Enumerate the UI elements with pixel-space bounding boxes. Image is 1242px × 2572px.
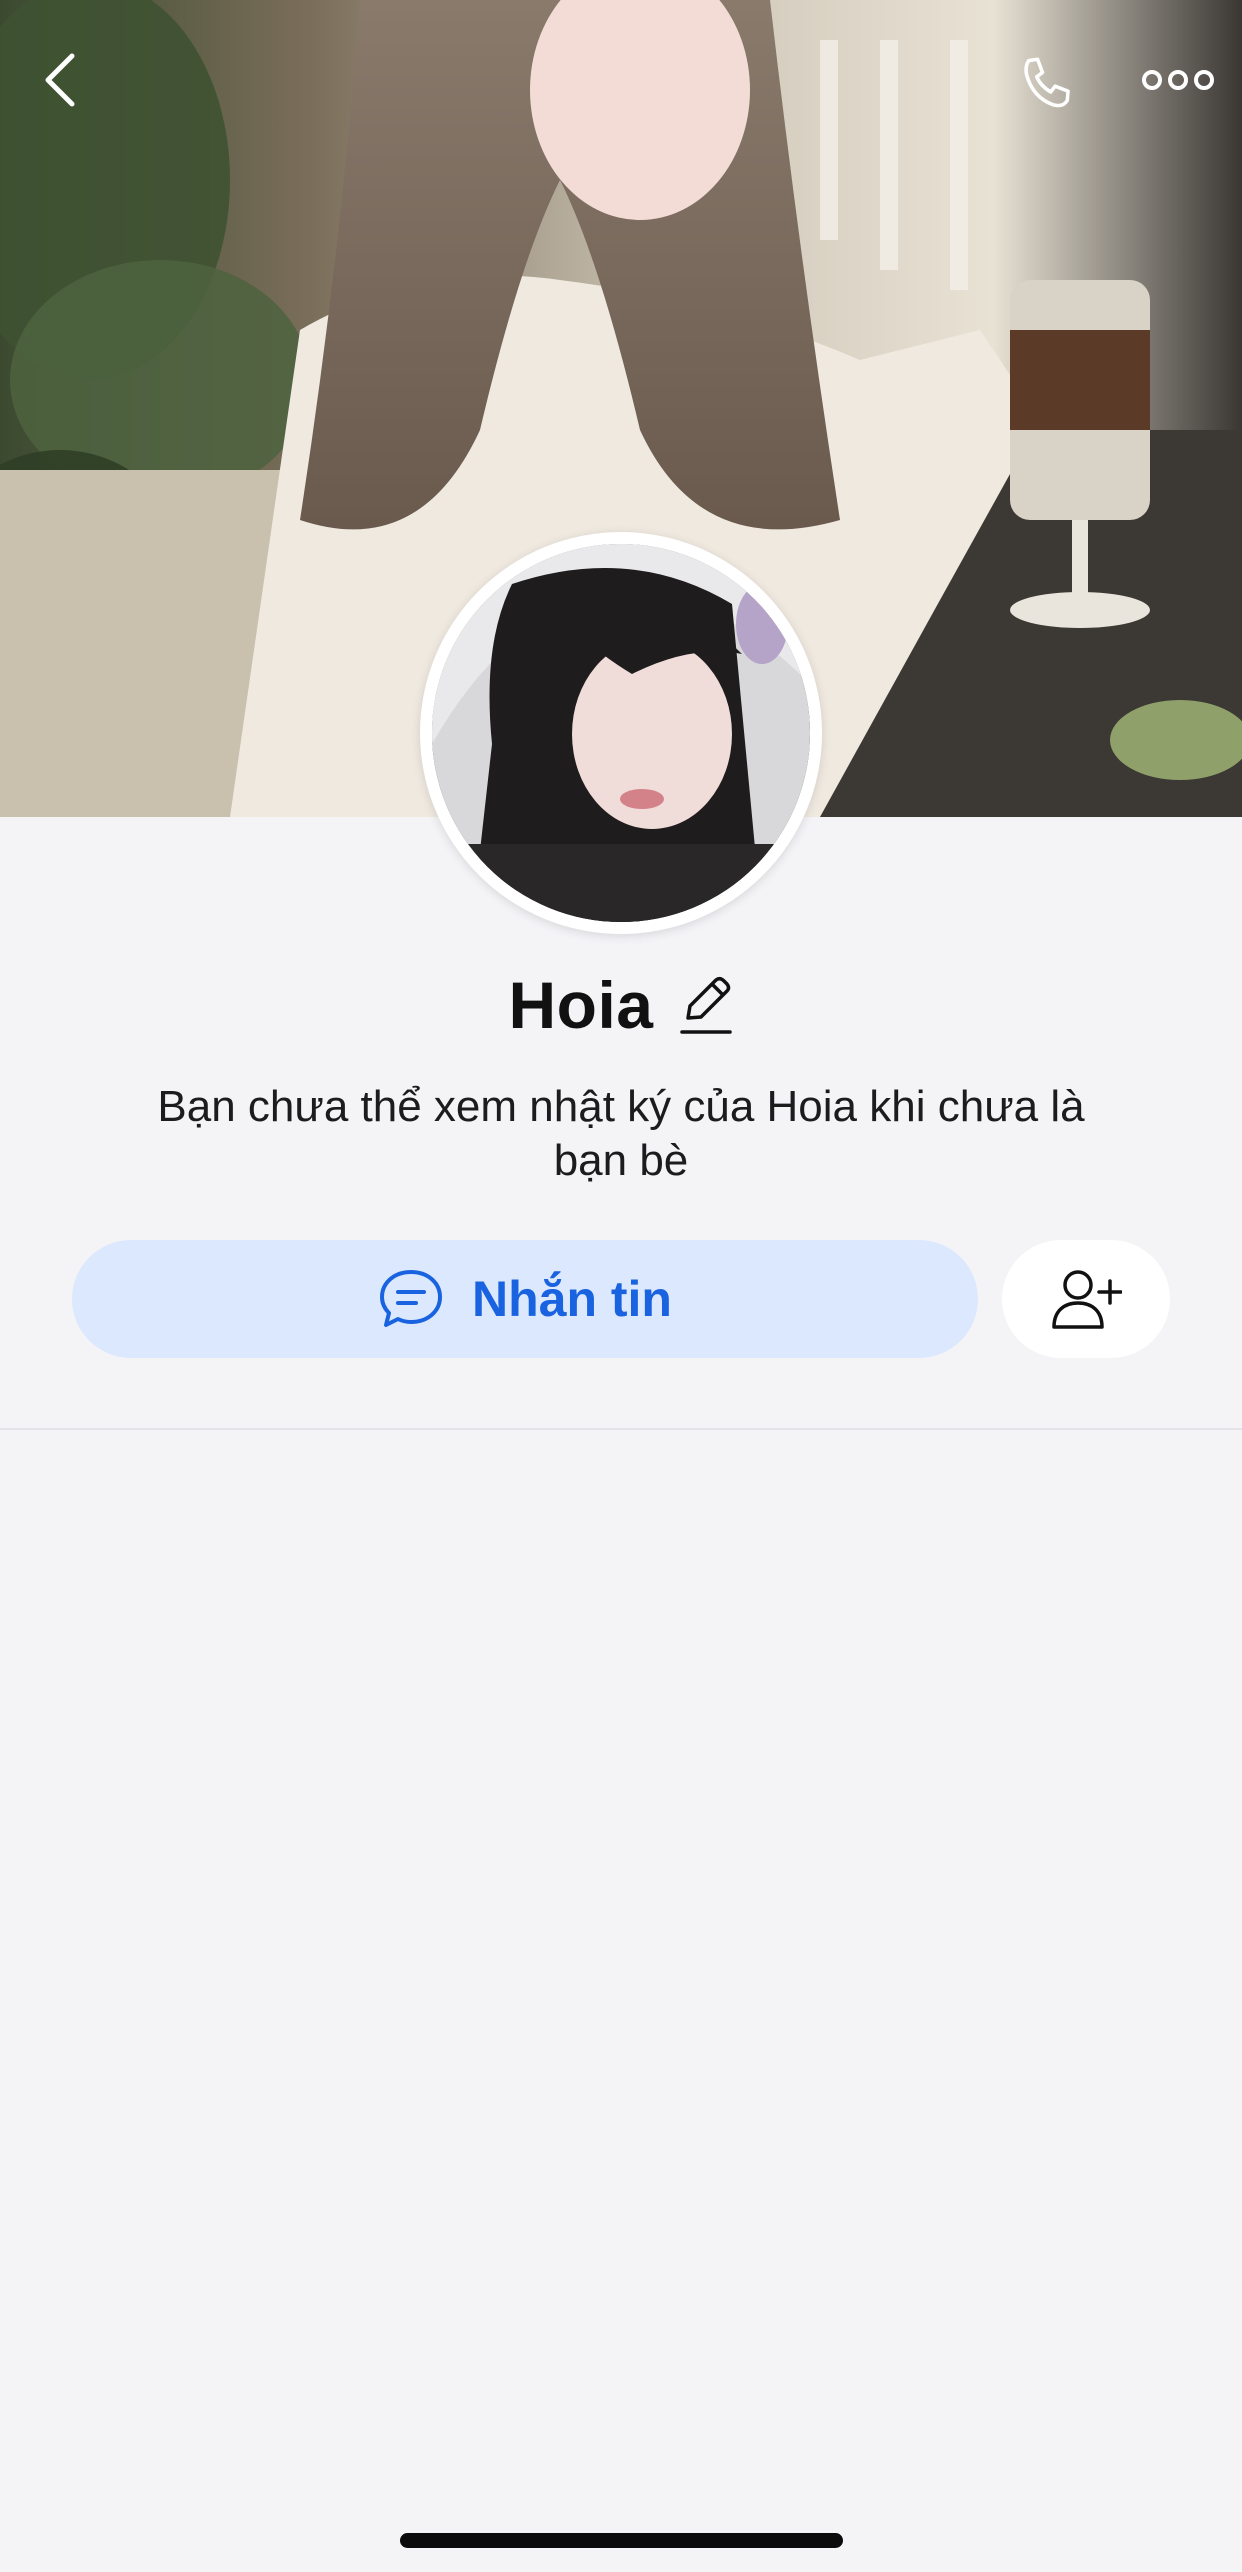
avatar-photo [432, 544, 810, 922]
back-button[interactable] [20, 40, 100, 120]
home-indicator [400, 2533, 843, 2548]
add-user-icon [1052, 1270, 1122, 1329]
name-row: Hoia [0, 960, 1242, 1050]
more-button[interactable] [1128, 40, 1228, 120]
section-divider [0, 1428, 1242, 1430]
pencil-icon [679, 976, 732, 1034]
profile-name: Hoia [508, 968, 654, 1042]
profile-page: Hoia Bạn chưa thể xem nhật ký của Hoia k… [0, 0, 1242, 2572]
call-button[interactable] [1004, 40, 1092, 128]
avatar-illustration [432, 544, 810, 922]
message-button[interactable]: Nhắn tin [72, 1240, 978, 1358]
phone-icon [1024, 57, 1070, 108]
diary-locked-notice: Bạn chưa thể xem nhật ký của Hoia khi ch… [157, 1082, 1085, 1185]
more-dots-icon [1142, 70, 1214, 90]
chat-bubble-icon [380, 1270, 442, 1327]
add-friend-button[interactable] [1002, 1240, 1170, 1358]
edit-name-button[interactable] [678, 974, 734, 1036]
avatar[interactable] [420, 532, 822, 934]
message-button-label: Nhắn tin [472, 1271, 672, 1327]
chevron-left-icon [45, 53, 75, 107]
